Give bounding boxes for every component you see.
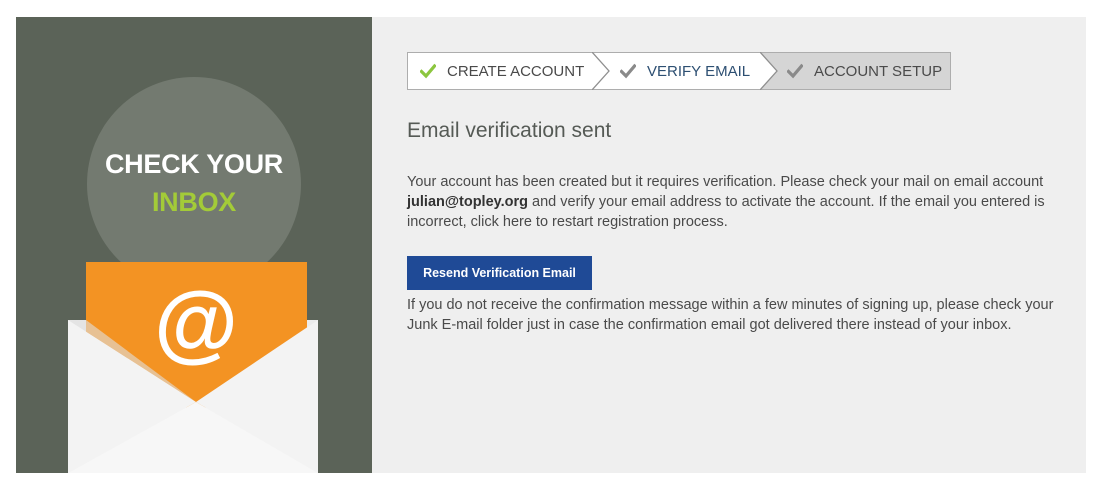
step-label: CREATE ACCOUNT: [447, 62, 585, 80]
step-label: ACCOUNT SETUP: [814, 62, 943, 80]
at-symbol: @: [154, 275, 238, 371]
step-label: VERIFY EMAIL: [647, 62, 751, 80]
checkmark-icon: [620, 63, 636, 79]
checkmark-icon: [420, 63, 436, 79]
message-text-before: Your account has been created but it req…: [407, 174, 1044, 190]
step-separator-arrow: [760, 52, 778, 90]
checkmark-icon: [787, 63, 803, 79]
page-title: Email verification sent: [407, 119, 612, 142]
step-create-account: CREATE ACCOUNT: [408, 52, 610, 90]
main-content: CREATE ACCOUNT VERIFY EMAIL ACCOUNT SETU…: [372, 17, 1086, 473]
junk-folder-note: If you do not receive the confirmation m…: [407, 297, 1054, 333]
step-separator-arrow: [592, 52, 610, 90]
step-verify-email: VERIFY EMAIL: [593, 52, 778, 90]
verification-message: Your account has been created but it req…: [407, 172, 1067, 232]
progress-steps: CREATE ACCOUNT VERIFY EMAIL ACCOUNT SETU…: [407, 52, 951, 90]
account-email: julian@topley.org: [407, 194, 529, 210]
step-account-setup: ACCOUNT SETUP: [761, 53, 950, 89]
envelope-icon: @: [68, 262, 318, 473]
resend-verification-button[interactable]: Resend Verification Email: [407, 256, 592, 290]
verification-card: CHECK YOUR INBOX @ CREATE ACCOUNT VERIFY…: [16, 17, 1086, 473]
inbox-promo-panel: CHECK YOUR INBOX @: [16, 17, 372, 473]
